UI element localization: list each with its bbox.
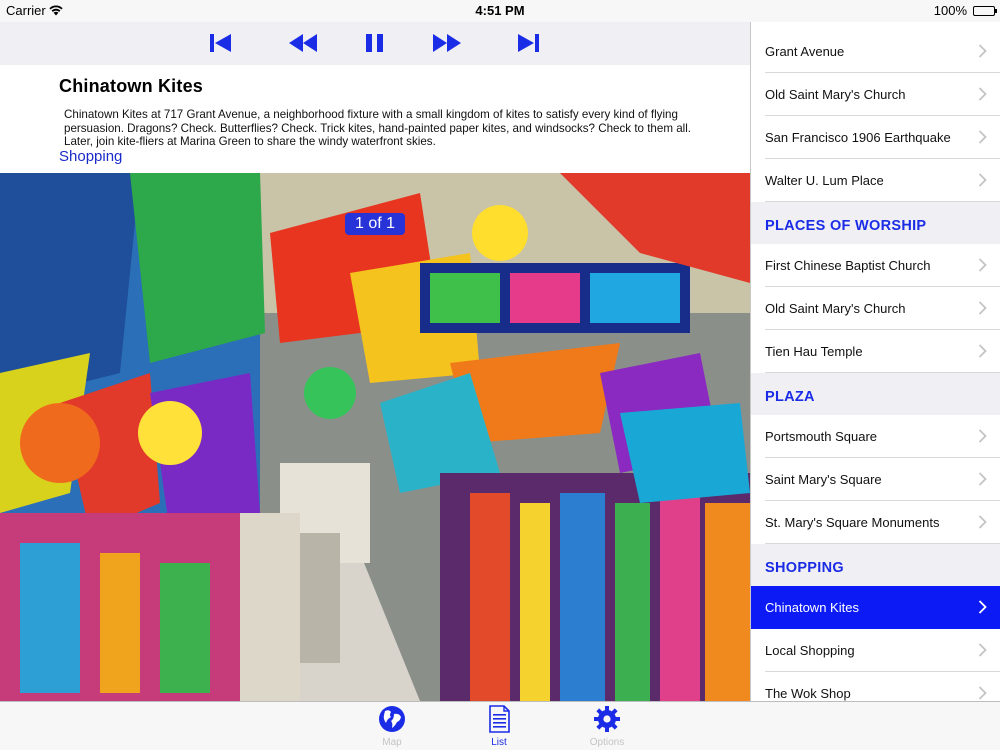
chevron-right-icon xyxy=(978,472,987,486)
globe-icon xyxy=(379,706,405,732)
status-bar: Carrier 4:51 PM 100% xyxy=(0,0,1000,22)
chevron-right-icon xyxy=(978,87,987,101)
chevron-right-icon xyxy=(978,515,987,529)
chevron-right-icon xyxy=(978,44,987,58)
list-item-label: San Francisco 1906 Earthquake xyxy=(765,130,951,145)
tab-map-label: Map xyxy=(382,737,402,748)
section-header: SHOPPING xyxy=(751,544,1000,586)
section-header-label: PLACES OF WORSHIP xyxy=(765,218,927,234)
list-item[interactable]: First Chinese Baptist Church xyxy=(751,244,1000,287)
section-header-label: PLAZA xyxy=(765,389,815,405)
section-header: PLACES OF WORSHIP xyxy=(751,202,1000,244)
places-list: Grant Avenue Old Saint Mary's Church San F… xyxy=(750,22,1000,701)
chevron-right-icon xyxy=(978,130,987,144)
list-item-label: Tien Hau Temple xyxy=(765,344,863,359)
list-item-label: Old Saint Mary's Church xyxy=(765,87,906,102)
list-item[interactable]: The Wok Shop xyxy=(751,672,1000,701)
section-header-label: SHOPPING xyxy=(765,560,844,576)
tab-options[interactable]: Options xyxy=(572,705,642,749)
list-item[interactable]: St. Mary's Square Monuments xyxy=(751,501,1000,544)
gear-icon xyxy=(594,706,620,732)
list-item-label: Walter U. Lum Place xyxy=(765,173,884,188)
skip-to-start-button[interactable] xyxy=(207,32,233,54)
rewind-button[interactable] xyxy=(288,32,318,54)
battery-icon xyxy=(973,6,997,16)
fast-forward-button[interactable] xyxy=(432,32,462,54)
rewind-icon xyxy=(289,34,317,52)
tab-bar: Map List Options xyxy=(0,701,1000,750)
list-item[interactable]: Portsmouth Square xyxy=(751,415,1000,458)
place-title: Chinatown Kites xyxy=(59,76,204,96)
list-item-label: Portsmouth Square xyxy=(765,429,878,444)
list-item[interactable]: Chinatown Kites xyxy=(751,586,1000,629)
chevron-right-icon xyxy=(978,258,987,272)
list-item[interactable]: Walter U. Lum Place xyxy=(751,159,1000,202)
list-item-label: Local Shopping xyxy=(765,643,855,658)
place-description: Chinatown Kites at 717 Grant Avenue, a n… xyxy=(64,108,692,148)
list-item[interactable]: Grant Avenue xyxy=(751,30,1000,73)
skip-forward-icon xyxy=(518,34,539,52)
chevron-right-icon xyxy=(978,344,987,358)
tab-options-label: Options xyxy=(589,737,625,748)
list-item-label: Chinatown Kites xyxy=(765,600,859,615)
tab-map[interactable]: Map xyxy=(357,705,427,749)
chevron-right-icon xyxy=(978,429,987,443)
chevron-right-icon xyxy=(978,643,987,657)
list-item-label: St. Mary's Square Monuments xyxy=(765,515,940,530)
list-item[interactable]: Old Saint Mary's Church xyxy=(751,287,1000,330)
battery-percent: 100% xyxy=(933,3,967,18)
list-item[interactable]: Tien Hau Temple xyxy=(751,330,1000,373)
list-item-label: Saint Mary's Square xyxy=(765,472,882,487)
skip-back-icon xyxy=(210,34,231,52)
list-item[interactable]: Saint Mary's Square xyxy=(751,458,1000,501)
tab-list[interactable]: List xyxy=(464,705,534,749)
list-item[interactable]: Local Shopping xyxy=(751,629,1000,672)
kite-shop-photo xyxy=(0,173,750,701)
list-item-label: The Wok Shop xyxy=(765,686,851,701)
section-header: PLAZA xyxy=(751,373,1000,415)
skip-to-end-button[interactable] xyxy=(516,32,542,54)
fast-forward-icon xyxy=(433,34,461,52)
chevron-right-icon xyxy=(978,600,987,614)
detail-pane: Chinatown Kites Chinatown Kites at 717 G… xyxy=(0,22,750,701)
list-item[interactable]: Old Saint Mary's Church xyxy=(751,73,1000,116)
list-item[interactable]: San Francisco 1906 Earthquake xyxy=(751,116,1000,159)
chevron-right-icon xyxy=(978,173,987,187)
photo-counter: 1 of 1 xyxy=(345,213,405,235)
chevron-right-icon xyxy=(978,686,987,700)
clock: 4:51 PM xyxy=(475,3,525,18)
list-item-label: Grant Avenue xyxy=(765,44,845,59)
tab-list-label: List xyxy=(491,737,507,748)
media-toolbar xyxy=(0,22,750,65)
document-icon xyxy=(489,705,510,733)
category-link[interactable]: Shopping xyxy=(59,148,122,165)
chevron-right-icon xyxy=(978,301,987,315)
pause-button[interactable] xyxy=(362,32,388,54)
list-item-label: Old Saint Mary's Church xyxy=(765,301,906,316)
place-photo[interactable] xyxy=(0,173,750,701)
pause-icon xyxy=(366,34,383,52)
list-item-label: First Chinese Baptist Church xyxy=(765,258,931,273)
